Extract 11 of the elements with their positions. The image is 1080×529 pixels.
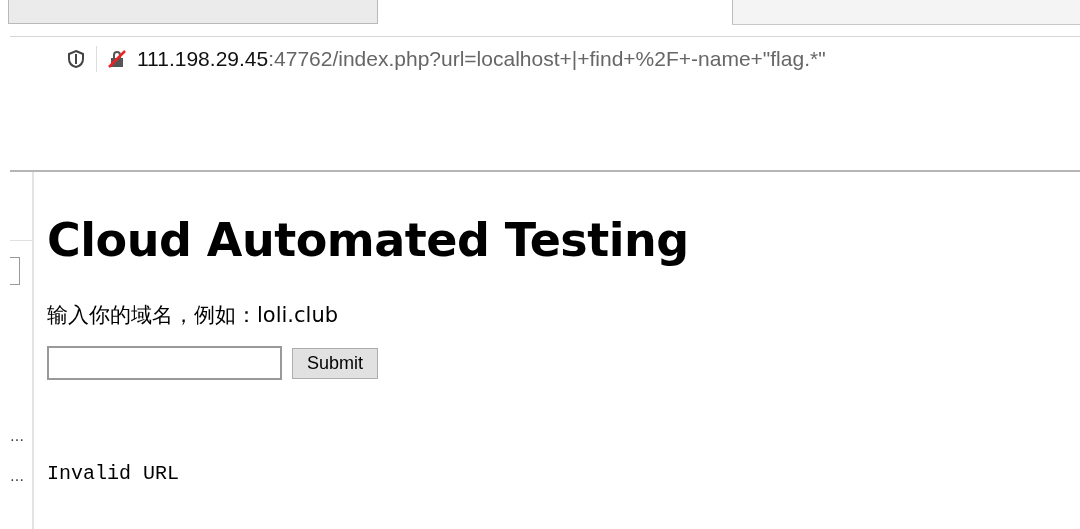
ellipsis-mark: … bbox=[10, 469, 24, 483]
ellipsis-mark: … bbox=[10, 429, 24, 443]
domain-prompt: 输入你的域名，例如：loli.club bbox=[47, 302, 340, 329]
panel-edge bbox=[10, 257, 20, 285]
page-heading: Cloud Automated Testing bbox=[47, 212, 689, 268]
shield-icon[interactable] bbox=[66, 49, 86, 69]
submit-button[interactable]: Submit bbox=[292, 347, 379, 379]
result-text: Invalid URL bbox=[47, 462, 181, 485]
insecure-lock-icon[interactable] bbox=[107, 49, 127, 69]
url-text[interactable]: 111.198.29.45:47762/index.php?url=localhost+|+find+%2F+-name+"flag.*" bbox=[137, 47, 826, 71]
domain-input[interactable] bbox=[47, 346, 282, 380]
